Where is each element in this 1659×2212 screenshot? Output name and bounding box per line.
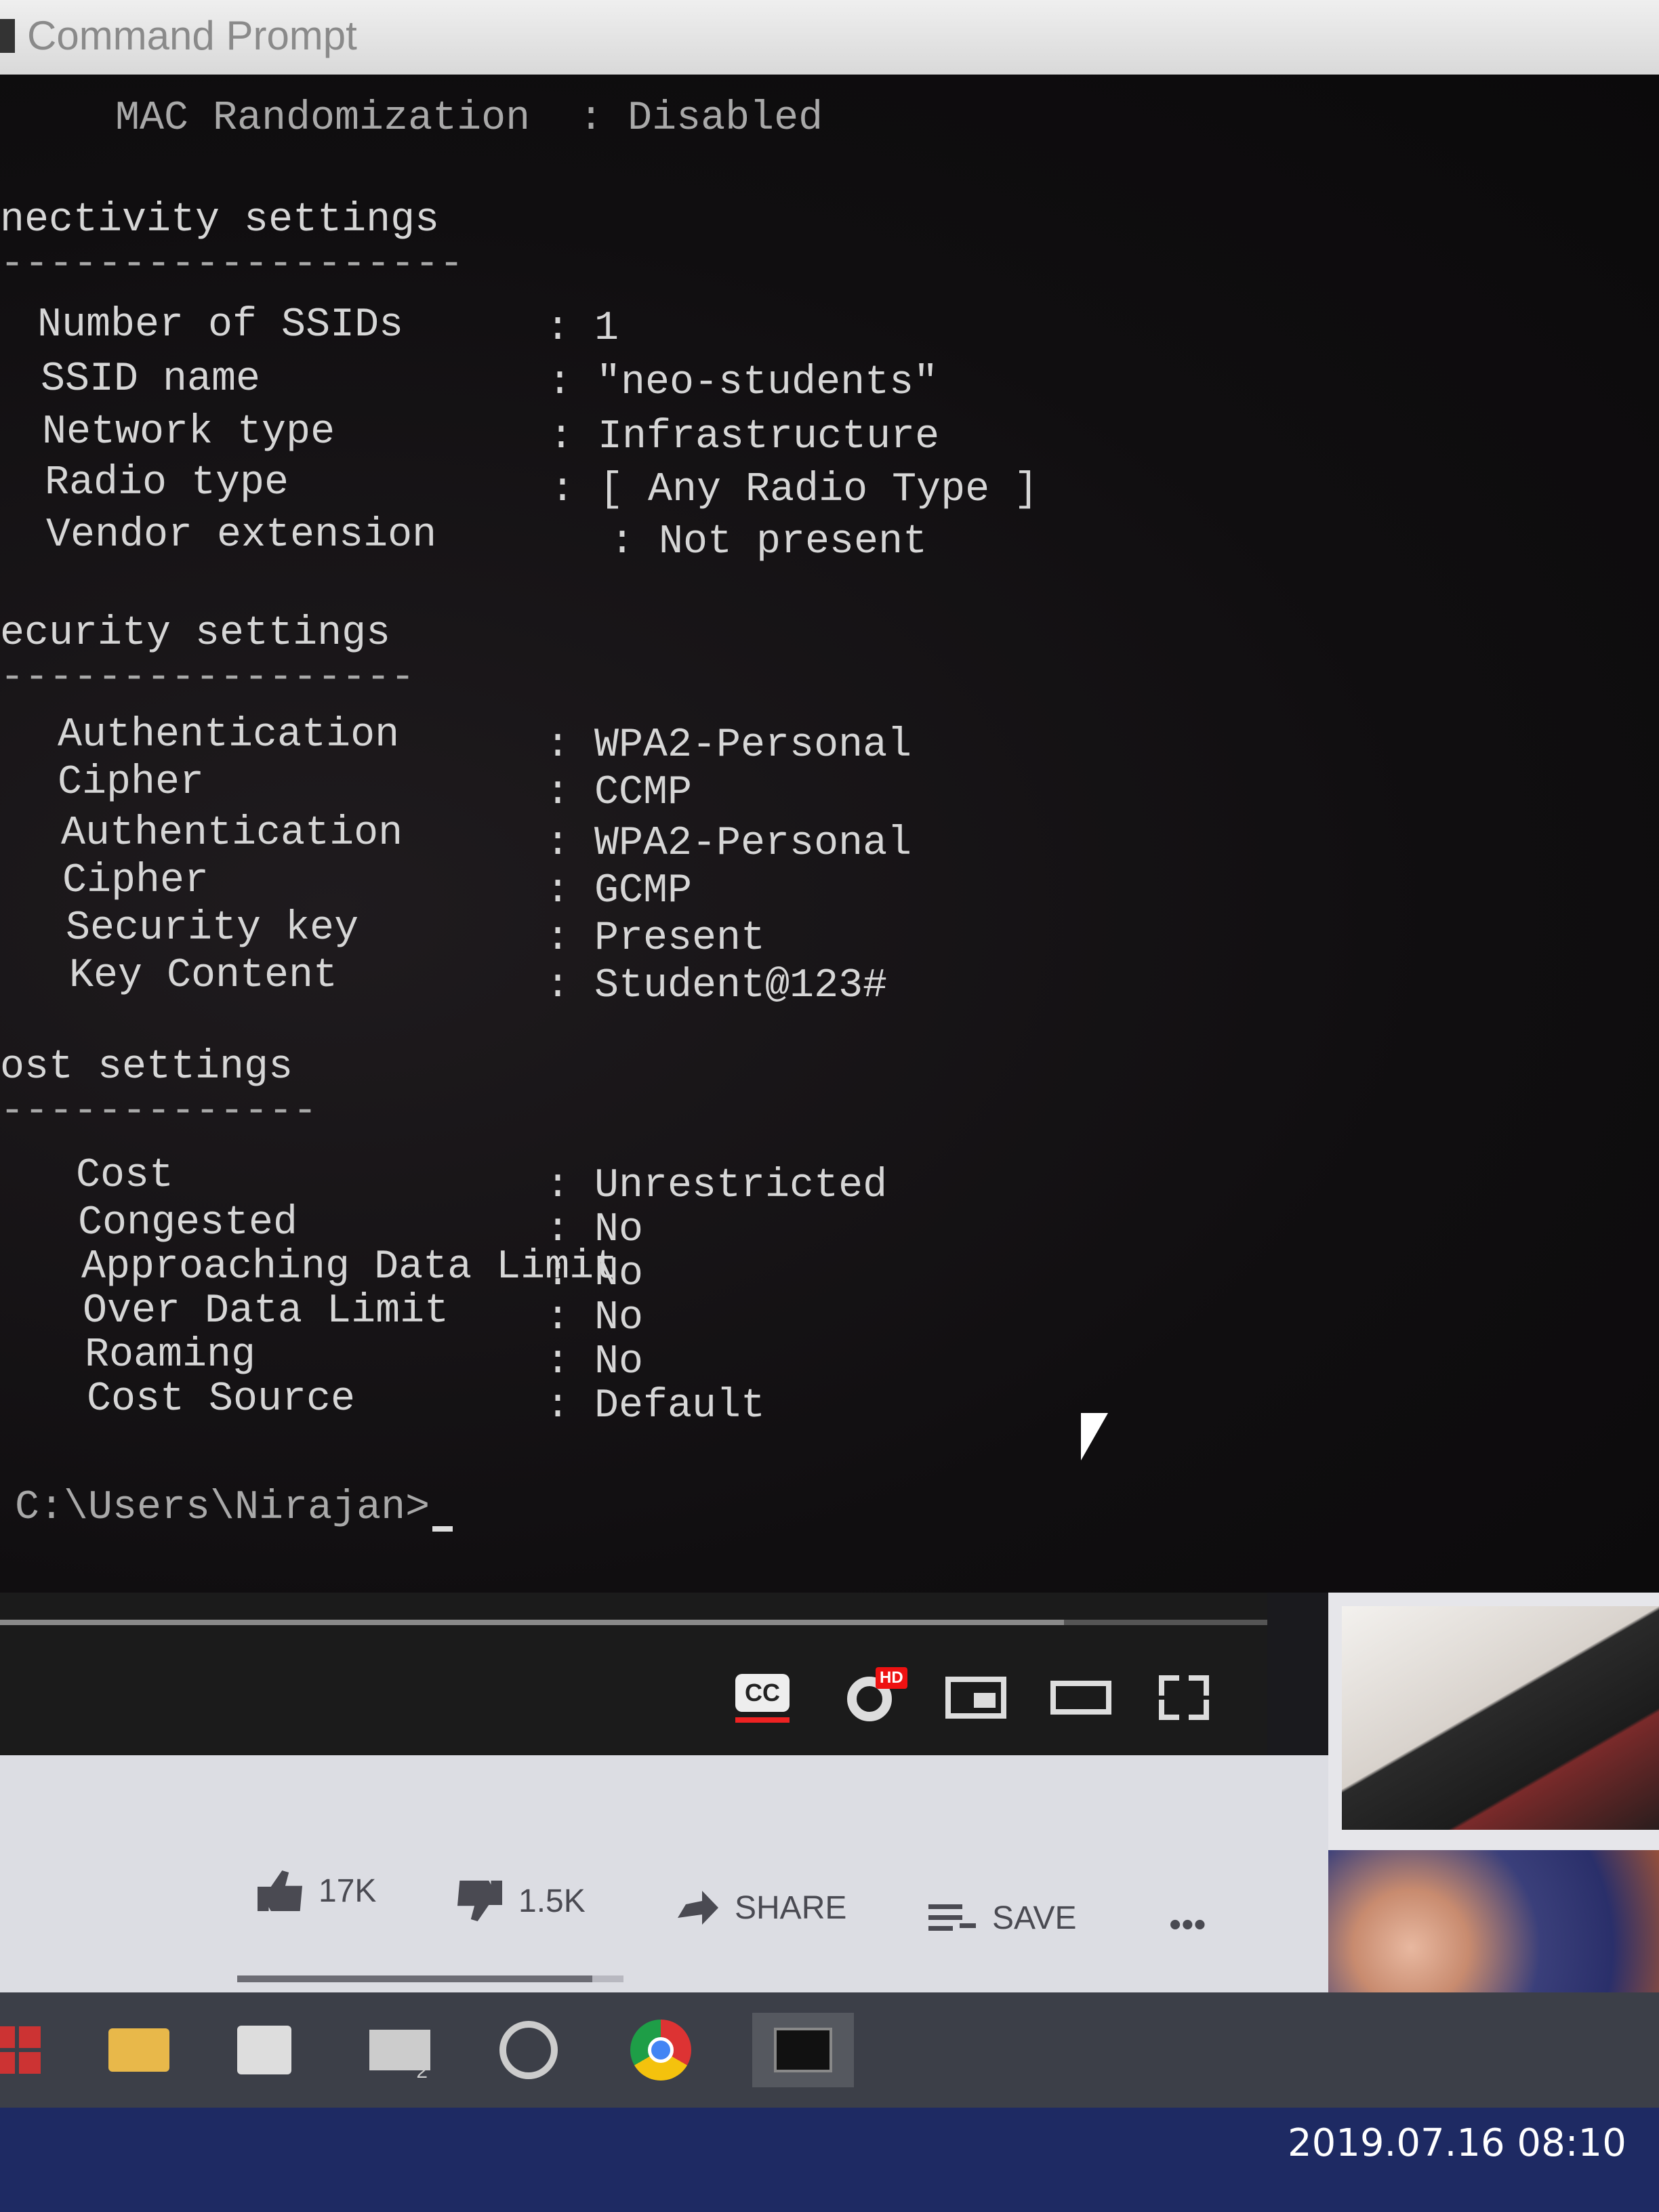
miniplayer-icon [945,1677,1006,1719]
console-label: Radio type [45,460,289,506]
console-label: Cost [76,1153,174,1199]
window-titlebar[interactable]: Command Prompt [0,0,1659,76]
command-prompt-icon [774,2028,832,2072]
taskbar-chrome[interactable] [623,2013,698,2087]
windows-taskbar: 2 [0,1992,1659,2212]
file-explorer-icon [108,2028,169,2072]
console-value: : WPA2-Personal [546,722,912,769]
console-label: Security key [66,905,359,951]
save-label: SAVE [992,1900,1077,1936]
console-label: Key Content [69,953,338,999]
console-value: : No [546,1339,644,1385]
taskbar-store[interactable] [227,2013,302,2087]
console-value: : Unrestricted [546,1163,888,1209]
section-heading-cost: ost settings [0,1044,293,1090]
cc-active-indicator [735,1717,790,1723]
fullscreen-button[interactable] [1159,1667,1220,1728]
photo-timestamp: 2019.07.16 08:10 [1288,2121,1626,2165]
console-label: Roaming [85,1332,256,1378]
thumbs-up-icon [258,1870,302,1911]
console-label: Over Data Limit [83,1288,449,1334]
fullscreen-icon [1159,1675,1209,1720]
like-count: 17K [319,1872,377,1909]
console-value: : Present [546,916,766,962]
console-label: Network type [42,409,335,455]
section-heading-connectivity: nectivity settings [0,197,440,243]
window-title: Command Prompt [27,13,357,58]
mouse-pointer-icon [1081,1413,1108,1460]
console-value: : Not present [610,519,928,565]
taskbar-groove-music[interactable] [491,2013,566,2087]
command-prompt-app-icon [0,19,15,53]
console-value: : Default [546,1383,766,1429]
section-rule: ----------------- [0,655,415,701]
console-label: Cipher [62,858,209,904]
console-output[interactable]: MAC Randomization : Disabled nectivity s… [0,75,1659,1593]
start-button[interactable] [0,2013,54,2087]
like-ratio-fill [237,1975,593,1982]
video-actions-row: 17K 1.5K SHARE SAVE ••• [0,1857,1328,1992]
console-label: SSID name [41,356,261,403]
store-icon [237,2026,291,2074]
console-label: Cipher [58,760,205,806]
text-cursor [432,1526,453,1532]
settings-button[interactable]: HD [847,1667,908,1728]
playlist-add-icon [928,1899,976,1937]
console-value: : Infrastructure [549,414,940,460]
dislike-count: 1.5K [518,1883,586,1919]
console-label: Vendor extension [46,512,437,558]
console-value-key-content: : Student@123# [546,963,888,1009]
thumbs-down-icon [457,1881,502,1921]
console-label: Congested [78,1200,298,1246]
taskbar-mail[interactable]: 2 [363,2013,437,2087]
captions-button[interactable]: CC [735,1667,796,1728]
console-value: : GCMP [546,868,693,914]
video-player-controls[interactable]: CC HD [0,1593,1267,1755]
prompt-path: C:\Users\Nirajan> [15,1485,430,1531]
console-label: Authentication [58,712,400,758]
console-line-mac-randomization: MAC Randomization : Disabled [115,96,823,142]
console-value: : [ Any Radio Type ] [550,467,1039,513]
section-heading-security: ecurity settings [0,611,391,657]
share-button[interactable]: SHARE [678,1874,846,1942]
dislike-button[interactable]: 1.5K [457,1867,586,1935]
console-label: Number of SSIDs [37,302,404,348]
console-label: Approaching Data Limit [81,1244,619,1290]
console-value: : "neo-students" [548,360,939,406]
taskbar-command-prompt[interactable] [752,2013,854,2087]
cc-icon: CC [735,1674,790,1712]
taskbar-file-explorer[interactable] [102,2013,176,2087]
section-rule: ------------------- [0,241,464,287]
video-progress-fill [0,1620,1064,1625]
hd-badge: HD [876,1667,907,1689]
mail-badge: 2 [416,2060,428,2083]
console-value: : No [546,1295,644,1341]
theater-mode-icon [1050,1681,1111,1715]
console-label: Cost Source [87,1376,356,1422]
chrome-icon [630,2020,691,2081]
more-actions-button[interactable]: ••• [1169,1891,1206,1959]
share-label: SHARE [735,1889,847,1926]
save-button[interactable]: SAVE [928,1884,1077,1952]
like-dislike-ratio-bar [237,1975,623,1982]
share-arrow-icon [678,1891,718,1925]
console-value: : WPA2-Personal [546,821,912,867]
console-value: : CCMP [546,770,693,816]
related-video-thumbnail[interactable] [1342,1606,1659,1830]
console-label: Authentication [61,811,403,857]
command-prompt-line[interactable]: C:\Users\Nirajan> [15,1484,453,1532]
miniplayer-button[interactable] [945,1667,1013,1728]
more-dots-icon: ••• [1169,1905,1206,1944]
theater-mode-button[interactable] [1050,1667,1118,1728]
console-value: : No [546,1251,644,1297]
like-button[interactable]: 17K [258,1857,376,1925]
groove-music-icon [499,2021,558,2079]
section-rule: ------------- [0,1088,318,1134]
console-value: : 1 [546,306,619,352]
